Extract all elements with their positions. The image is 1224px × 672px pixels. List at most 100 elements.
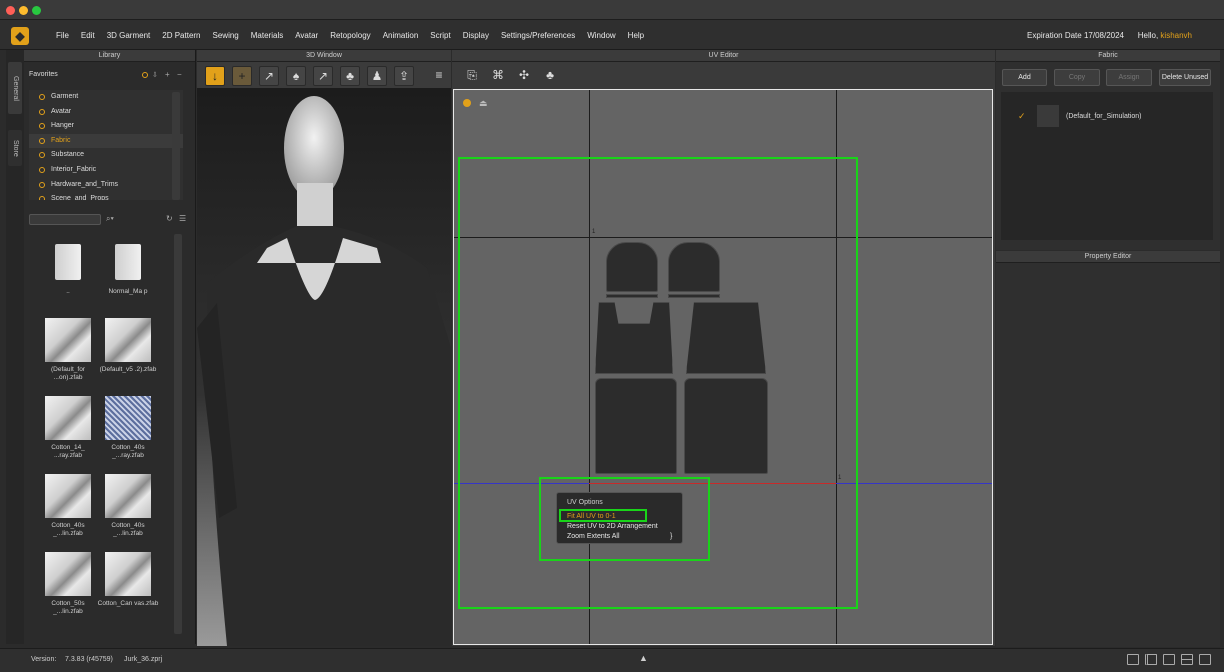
favorite-dot-icon [39,181,45,188]
file-grid-scrollbar[interactable] [174,234,182,634]
menu-item[interactable]: Display [457,31,495,40]
close-window-button[interactable] [6,6,15,15]
menu-item[interactable]: Animation [377,31,425,40]
clo-logo-icon[interactable]: ◆ [11,27,29,45]
favorite-label: Interior_Fabric [51,165,97,173]
assign-fabric-button[interactable]: Assign [1106,69,1152,86]
uv-select-icon[interactable]: ⎘ [462,66,482,86]
fabric-thumbnail[interactable] [45,552,91,596]
favorite-item[interactable]: Hardware_and_Trims [29,178,183,193]
version-number: 7.3.83 (r45759) [65,656,113,663]
add-fabric-button[interactable]: Add [1002,69,1047,86]
file-caption: (Default_v5 .2).zfab [99,366,157,373]
menu-item[interactable]: Avatar [289,31,324,40]
menu-item[interactable]: Window [581,31,621,40]
zoom-extents-menu-item[interactable]: Zoom Extents All [567,533,620,540]
fabric-list: ✓ (Default_for_Simulation) [1001,92,1213,240]
fabric-thumbnail[interactable] [105,396,151,440]
view-list-icon[interactable]: ☰ [179,214,186,223]
avatar-tool-icon[interactable]: ♟ [367,66,387,86]
expand-toolbar-icon[interactable]: ≡ [429,66,449,86]
property-editor-title: Property Editor [1084,253,1132,260]
garment-tool-icon[interactable]: ♣ [340,66,360,86]
single-view-icon[interactable] [1127,654,1139,665]
fabric-title: Fabric [1098,52,1118,59]
menu-item[interactable]: 3D Garment [101,31,157,40]
favorite-item[interactable]: Avatar [29,105,183,120]
library-title: Library [98,52,121,59]
minimize-window-button[interactable] [19,6,28,15]
remove-favorite-icon[interactable]: − [177,70,182,79]
menu-item[interactable]: Edit [75,31,101,40]
3d-viewport[interactable] [197,88,451,646]
favorite-item[interactable]: Garment [29,90,183,105]
menu-item[interactable]: Retopology [324,31,376,40]
library-header: Library [24,50,195,62]
menu-item[interactable]: 2D Pattern [156,31,206,40]
fabric-thumbnail[interactable] [45,396,91,440]
favorite-item[interactable]: Fabric [29,133,183,149]
favorite-item[interactable]: Scene_and_Props [29,192,183,200]
menu-item[interactable]: Sewing [207,31,245,40]
tab-general[interactable]: General [8,62,22,114]
user-name[interactable]: kishanvh [1160,31,1192,40]
fabric-thumbnail[interactable] [105,318,151,362]
favorite-dot-icon [39,152,45,159]
file-grid: .. Normal_Ma p (Default_for ...on).zfab (De… [29,232,173,638]
menu-item[interactable]: Settings/Preferences [495,31,581,40]
search-icon[interactable]: ⌕▾ [106,214,114,224]
add-favorite-icon[interactable]: + [165,70,170,79]
favorites-scrollbar[interactable] [172,92,180,200]
fabric-thumbnail[interactable] [105,474,151,518]
fabric-panel: Fabric Add Copy Assign Delete Unused ✓ (… [996,50,1220,250]
folder-icon [115,244,141,280]
custom-view-icon[interactable] [1199,654,1211,665]
file-caption: Normal_Ma p [108,288,148,295]
menu-item[interactable]: Script [424,31,456,40]
menu-item[interactable]: Help [622,31,650,40]
fabric-thumbnail[interactable] [45,474,91,518]
uv-options-title: UV Options [567,499,603,506]
menu-item[interactable]: Materials [245,31,289,40]
favorite-item[interactable]: Interior_Fabric [29,163,183,178]
favorite-label: Avatar [51,107,72,115]
uv-transform-icon[interactable]: ✣ [514,66,534,86]
window-title-bar [0,0,1224,20]
copy-fabric-button[interactable]: Copy [1054,69,1100,86]
tab-store[interactable]: Store [8,130,22,166]
file-caption: Cotton_14_ ...ray.zfab [51,444,85,459]
file-caption: Cotton_40s _...lin.zfab [111,522,145,537]
folder-thumbnail[interactable] [45,240,91,284]
maximize-window-button[interactable] [32,6,41,15]
stitch-tool-icon[interactable]: ↗ [313,66,333,86]
library-search-input[interactable] [29,214,101,225]
move-tool-icon[interactable]: ↓ [205,66,225,86]
favorite-item[interactable]: Hanger [29,119,183,134]
favorite-pin-icon[interactable] [142,72,148,78]
fabric-thumbnail[interactable] [45,318,91,362]
favorite-item[interactable]: Substance [29,148,183,163]
light-bulb-icon[interactable] [463,99,471,107]
uv-pattern-icon[interactable]: ♣ [540,66,560,86]
delete-unused-button[interactable]: Delete Unused [1159,69,1211,86]
three-view-icon[interactable] [1163,654,1175,665]
expand-panel-icon[interactable]: ▲ [639,653,648,663]
reset-uv-menu-item[interactable]: Reset UV to 2D Arrangement [567,523,658,530]
fabric-list-item[interactable]: ✓ (Default_for_Simulation) [1001,104,1186,130]
pin-tool-icon[interactable]: ♠ [286,66,306,86]
check-icon: ✓ [1018,111,1026,121]
select-tool-icon[interactable]: + [232,66,252,86]
arrange-tool-icon[interactable]: ⇪ [394,66,414,86]
quad-view-icon[interactable] [1181,654,1193,665]
favorite-label: Hardware_and_Trims [51,180,119,188]
refresh-icon[interactable]: ↻ [166,214,173,223]
uv-edit-icon[interactable]: ⌘ [488,66,508,86]
fabric-thumbnail[interactable] [105,552,151,596]
split-view-icon[interactable] [1145,654,1157,665]
fold-tool-icon[interactable]: ↗ [259,66,279,86]
menu-item[interactable]: File [50,31,75,40]
uv-display-icon[interactable]: ⏏ [479,98,488,109]
folder-thumbnail[interactable] [105,240,151,284]
download-icon[interactable]: ⇩ [152,71,158,79]
favorite-dot-icon [39,108,45,115]
